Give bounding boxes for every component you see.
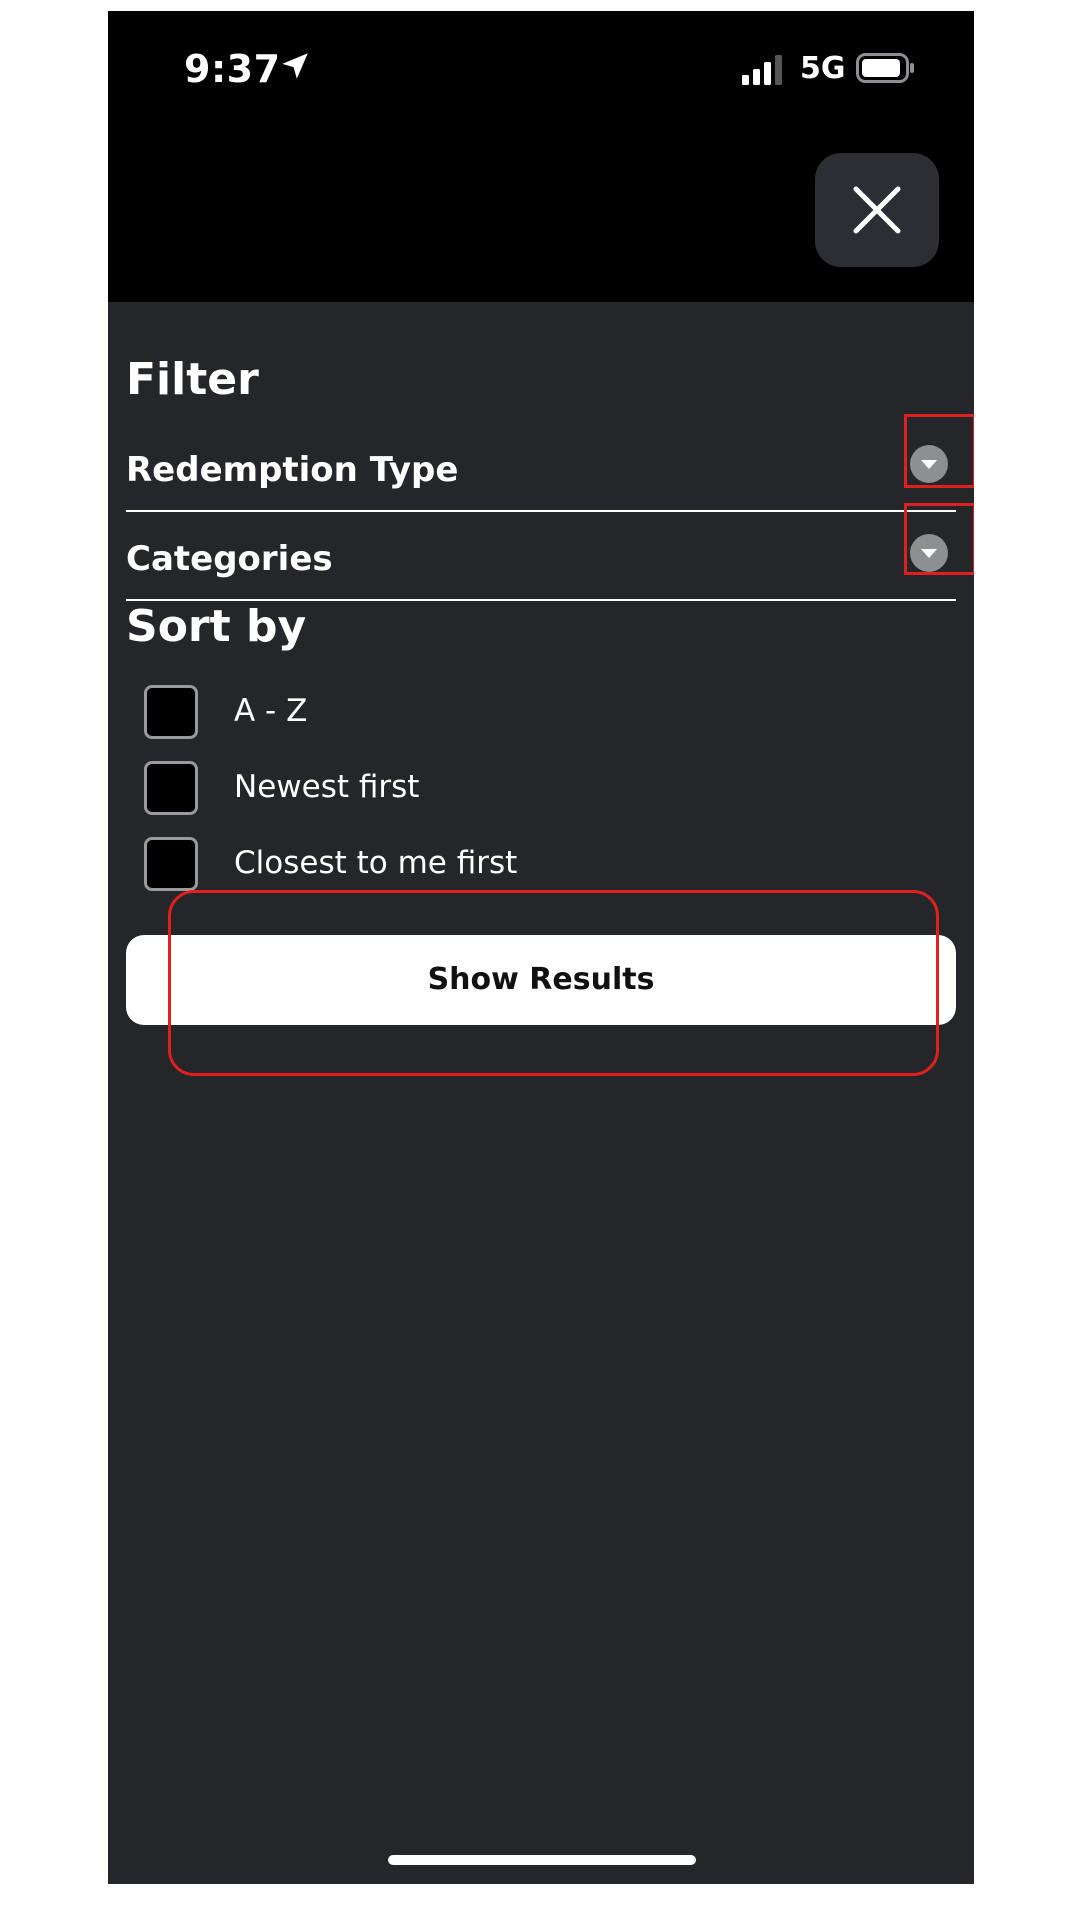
sort-option-label: Newest first [234,769,420,805]
close-icon [853,186,901,234]
filter-section-redemption-type[interactable]: Redemption Type [126,422,956,512]
sort-option-label: A - Z [234,693,308,729]
sort-option-label: Closest to me first [234,845,518,881]
filter-section-label: Redemption Type [126,450,459,490]
battery-icon [856,53,914,83]
highlight-categories-toggle [904,503,974,575]
status-time: 9:37 [184,47,281,91]
location-arrow-icon [282,53,308,79]
checkbox[interactable] [144,837,198,891]
highlight-redemption-toggle [904,414,974,488]
filter-section-categories[interactable]: Categories [126,511,956,601]
checkbox[interactable] [144,685,198,739]
network-type: 5G [800,51,846,86]
close-button[interactable] [815,153,939,267]
filter-section-label: Categories [126,539,333,579]
home-indicator[interactable] [388,1855,696,1865]
top-bar: 9:37 5G [108,11,974,302]
signal-bars-icon [742,55,782,85]
app-screen: 9:37 5G Filter Redemption Type Categorie… [108,11,974,1884]
checkbox[interactable] [144,761,198,815]
highlight-show-results [168,890,939,1076]
sort-title: Sort by [126,601,307,652]
filter-title: Filter [126,354,259,405]
